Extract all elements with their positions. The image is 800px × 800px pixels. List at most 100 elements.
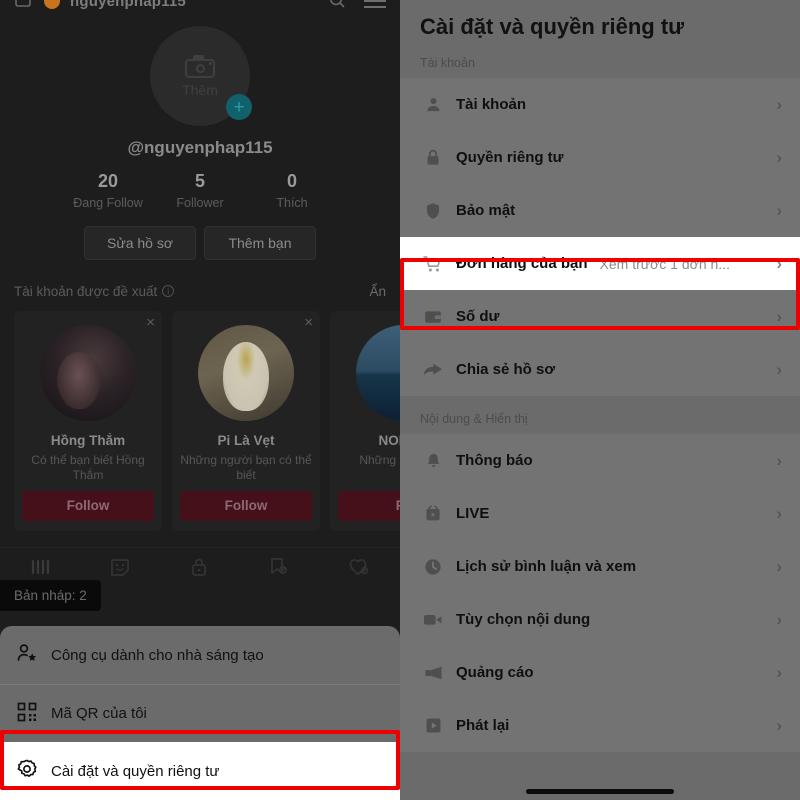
profile-screen: nguyenphap115 Thêm + @nguyenphap115 20 Đ… (0, 0, 400, 800)
gear-settings-icon (16, 758, 38, 784)
suggested-account-avatar (40, 324, 136, 421)
stat-value: 5 (194, 171, 205, 191)
section-label-account: Tài khoản (420, 56, 475, 70)
settings-group-content-display: Thông báo › LIVE › Lịch sử bình luận và … (400, 434, 800, 752)
chevron-right-icon: › (776, 360, 782, 379)
heart-liked-icon[interactable] (347, 556, 371, 583)
follow-button[interactable]: Follow (180, 490, 312, 521)
profile-actions: Sửa hồ sơ Thêm bạn (0, 225, 400, 260)
chevron-right-icon: › (776, 148, 782, 167)
suggested-account-subtitle: Có thể bạn biết Hồng Thắm (31, 452, 145, 483)
profile-header: Thêm + @nguyenphap115 20 Đang Follow 5 F… (0, 0, 400, 260)
bookmark-saved-icon[interactable] (267, 556, 289, 583)
settings-row-label: Bảo mật (456, 202, 516, 219)
settings-row-comment-watch-history[interactable]: Lịch sử bình luận và xem › (400, 540, 800, 593)
settings-row-balance[interactable]: Số dư › (400, 290, 800, 343)
back-rectangle-icon[interactable] (14, 0, 34, 11)
suggested-account-subtitle: Những người bạn có thể biết (180, 452, 312, 483)
clock-history-icon (422, 558, 444, 576)
settings-row-account[interactable]: Tài khoản › (400, 78, 800, 131)
person-icon (422, 96, 444, 113)
page-title: Cài đặt và quyền riêng tư (420, 14, 685, 39)
live-tv-icon (422, 504, 444, 523)
settings-row-label: Tùy chọn nội dung (456, 611, 591, 628)
hide-suggestions-button[interactable]: Ẩn (369, 284, 386, 299)
suggested-accounts-header: Tài khoản được đề xuất i Ẩn (0, 284, 400, 299)
settings-row-your-orders[interactable]: Đơn hàng của bạn Xem trước 1 đơn h... › (400, 237, 800, 290)
profile-handle: @nguyenphap115 (127, 138, 273, 157)
add-friend-button[interactable]: Thêm bạn (204, 225, 316, 260)
stat-label: Thích (276, 195, 308, 210)
sheet-item-settings-privacy[interactable]: Cài đặt và quyền riêng tư (0, 742, 400, 800)
lock-private-icon[interactable] (189, 556, 209, 583)
suggested-account-card[interactable]: NORMA Những ngườ thể Fo (330, 310, 401, 531)
settings-row-live[interactable]: LIVE › (400, 487, 800, 540)
settings-row-label: Quảng cáo (456, 664, 534, 681)
info-icon[interactable]: i (162, 285, 175, 298)
sticker-smiley-icon[interactable] (109, 556, 131, 583)
settings-row-share-profile[interactable]: Chia sẻ hồ sơ › (400, 343, 800, 396)
close-icon[interactable]: × (146, 315, 155, 330)
settings-row-label: Số dư (456, 308, 500, 325)
suggested-account-subtitle: Những ngườ thể (359, 452, 400, 467)
settings-row-label: Thông báo (456, 452, 533, 469)
add-avatar-plus-icon[interactable]: + (226, 94, 252, 120)
shield-icon (422, 202, 444, 220)
hamburger-menu-icon[interactable] (364, 0, 386, 2)
chevron-right-icon: › (776, 254, 782, 273)
stat-likes[interactable]: 0 Thích (246, 171, 338, 210)
suggested-account-name: NORMA (378, 432, 401, 448)
chevron-right-icon: › (776, 610, 782, 629)
settings-row-security[interactable]: Bảo mật › (400, 184, 800, 237)
suggested-account-card[interactable]: × Pi Là Vẹt Những người bạn có thể biết … (172, 310, 320, 531)
profile-stats: 20 Đang Follow 5 Follower 0 Thích (0, 171, 400, 210)
settings-row-value: Xem trước 1 đơn h... (599, 255, 730, 272)
follow-button[interactable]: Follow (22, 490, 154, 521)
suggested-accounts-title-wrap: Tài khoản được đề xuất i (14, 284, 175, 299)
draft-count-chip[interactable]: Bản nháp: 2 (0, 580, 101, 611)
chevron-right-icon: › (776, 716, 782, 735)
chevron-right-icon: › (776, 95, 782, 114)
settings-row-label: Phát lại (456, 717, 510, 734)
suggested-account-avatar (198, 324, 294, 421)
chevron-right-icon: › (776, 557, 782, 576)
avatar[interactable]: Thêm + (150, 26, 252, 126)
stat-following[interactable]: 20 Đang Follow (62, 171, 154, 210)
profile-bottom-sheet: Công cụ dành cho nhà sáng tạo Mã QR của … (0, 626, 400, 800)
bell-icon (422, 452, 444, 470)
settings-row-content-preferences[interactable]: Tùy chọn nội dung › (400, 593, 800, 646)
sheet-item-creator-tools[interactable]: Công cụ dành cho nhà sáng tạo (0, 626, 400, 684)
stat-value: 20 (97, 171, 119, 191)
settings-row-ads[interactable]: Quảng cáo › (400, 646, 800, 699)
chevron-right-icon: › (776, 663, 782, 682)
qr-code-icon (16, 701, 38, 727)
search-icon[interactable] (328, 0, 348, 11)
stat-followers[interactable]: 5 Follower (154, 171, 246, 210)
edit-profile-button[interactable]: Sửa hồ sơ (84, 225, 196, 260)
creator-tools-icon (16, 642, 38, 668)
settings-row-privacy[interactable]: Quyền riêng tư › (400, 131, 800, 184)
follow-button[interactable]: Fo (338, 490, 400, 521)
settings-row-replay[interactable]: Phát lại › (400, 699, 800, 752)
settings-row-label: Quyền riêng tư (456, 149, 564, 166)
avatar-add-label: Thêm (182, 81, 218, 98)
section-label-content-display: Nội dung & Hiển thị (420, 412, 528, 426)
settings-screen: Cài đặt và quyền riêng tư Tài khoản Tài … (400, 0, 800, 800)
close-icon[interactable]: × (304, 315, 313, 330)
sheet-item-label: Công cụ dành cho nhà sáng tạo (51, 646, 264, 664)
settings-row-label: LIVE (456, 505, 490, 522)
chevron-right-icon: › (776, 451, 782, 470)
suggested-accounts-list: × Hồng Thắm Có thể bạn biết Hồng Thắm Fo… (0, 299, 400, 531)
stat-value: 0 (286, 171, 297, 191)
stat-label: Follower (176, 195, 224, 210)
orange-dot-icon (44, 0, 60, 9)
chevron-right-icon: › (776, 504, 782, 523)
settings-row-label: Lịch sử bình luận và xem (456, 558, 637, 575)
megaphone-icon (422, 665, 444, 681)
play-square-icon (422, 717, 444, 734)
suggested-account-card[interactable]: × Hồng Thắm Có thể bạn biết Hồng Thắm Fo… (14, 310, 162, 531)
sheet-item-my-qr[interactable]: Mã QR của tôi (0, 684, 400, 742)
grid-posts-icon[interactable] (29, 557, 51, 582)
share-arrow-icon (422, 362, 444, 378)
settings-row-notifications[interactable]: Thông báo › (400, 434, 800, 487)
